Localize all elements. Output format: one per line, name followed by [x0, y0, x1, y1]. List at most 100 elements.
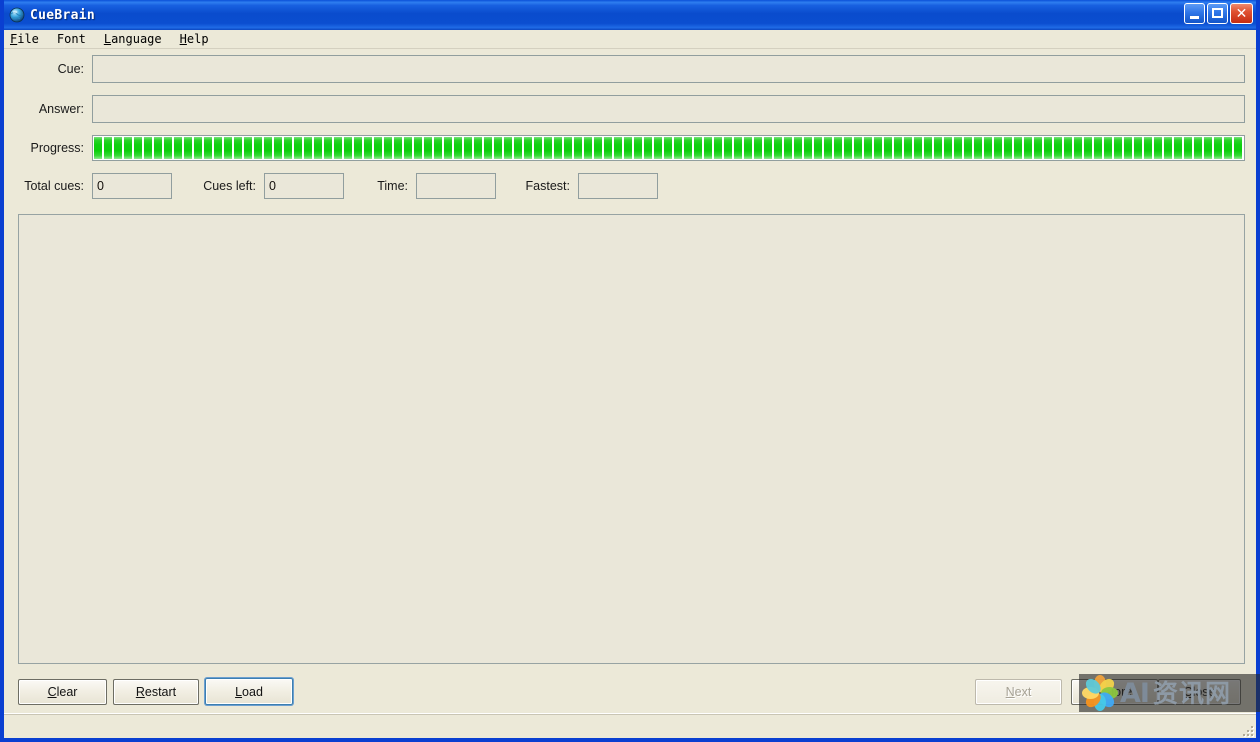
- progress-segment: [1194, 137, 1202, 159]
- progress-segment: [784, 137, 792, 159]
- ignore-button[interactable]: Ignore: [1071, 679, 1158, 705]
- progress-segment: [1144, 137, 1152, 159]
- progress-segment: [524, 137, 532, 159]
- progress-segment: [544, 137, 552, 159]
- cue-input[interactable]: [92, 55, 1245, 83]
- progress-segment: [94, 137, 102, 159]
- title-bar[interactable]: CueBrain ✕: [4, 0, 1256, 30]
- progress-segment: [394, 137, 402, 159]
- progress-segment: [144, 137, 152, 159]
- progress-segment: [354, 137, 362, 159]
- progress-segment: [104, 137, 112, 159]
- progress-segment: [554, 137, 562, 159]
- load-button-label: Load: [235, 684, 263, 699]
- progress-segment: [764, 137, 772, 159]
- progress-segment: [224, 137, 232, 159]
- progress-segment: [694, 137, 702, 159]
- progress-segment: [184, 137, 192, 159]
- progress-segment: [1154, 137, 1162, 159]
- progress-segment: [654, 137, 662, 159]
- progress-segment: [1204, 137, 1212, 159]
- progress-segment: [414, 137, 422, 159]
- progress-segment: [584, 137, 592, 159]
- restart-button[interactable]: Restart: [113, 679, 199, 705]
- progress-segment: [594, 137, 602, 159]
- progress-segment: [904, 137, 912, 159]
- answer-row: Answer:: [4, 95, 1256, 123]
- next-button-label: Next: [1005, 685, 1032, 699]
- progress-segment: [944, 137, 952, 159]
- progress-segment: [1244, 137, 1245, 159]
- progress-segment: [274, 137, 282, 159]
- close-button[interactable]: Close: [1158, 679, 1241, 705]
- menu-item-font[interactable]: Font: [57, 32, 95, 46]
- clear-button[interactable]: Clear: [18, 679, 107, 705]
- progress-segment: [434, 137, 442, 159]
- progress-segment: [1014, 137, 1022, 159]
- clear-button-label: Clear: [47, 685, 78, 699]
- progress-segment: [1184, 137, 1192, 159]
- progress-segment: [924, 137, 932, 159]
- progress-segment: [204, 137, 212, 159]
- progress-segment: [644, 137, 652, 159]
- progress-segment: [624, 137, 632, 159]
- progress-segment: [704, 137, 712, 159]
- progress-segment: [234, 137, 242, 159]
- time-label: Time:: [377, 179, 408, 193]
- progress-segment: [824, 137, 832, 159]
- progress-segment: [164, 137, 172, 159]
- progress-segment: [114, 137, 122, 159]
- ignore-button-label: Ignore: [1096, 685, 1133, 699]
- window-controls: ✕: [1184, 3, 1253, 24]
- progress-segment: [774, 137, 782, 159]
- progress-segment: [254, 137, 262, 159]
- progress-segment: [404, 137, 412, 159]
- progress-row: Progress:: [4, 135, 1256, 161]
- maximize-button[interactable]: [1207, 3, 1228, 24]
- progress-segment: [214, 137, 222, 159]
- application-window: CueBrain ✕ File Font Language Help Cue: …: [0, 0, 1260, 742]
- progress-segment: [134, 137, 142, 159]
- progress-segment: [934, 137, 942, 159]
- progress-segment: [724, 137, 732, 159]
- progress-segment: [484, 137, 492, 159]
- progress-segment: [814, 137, 822, 159]
- menu-item-file[interactable]: File: [10, 32, 48, 46]
- progress-segment: [154, 137, 162, 159]
- progress-segment: [1064, 137, 1072, 159]
- close-window-button[interactable]: ✕: [1230, 3, 1253, 24]
- progress-segment: [744, 137, 752, 159]
- time-field[interactable]: [416, 173, 496, 199]
- progress-segment: [1114, 137, 1122, 159]
- progress-segment: [294, 137, 302, 159]
- cues-left-field[interactable]: 0: [264, 173, 344, 199]
- resize-grip[interactable]: [1239, 722, 1253, 736]
- total-cues-field[interactable]: 0: [92, 173, 172, 199]
- progress-segment: [804, 137, 812, 159]
- fastest-field[interactable]: [578, 173, 658, 199]
- content-textarea[interactable]: [18, 214, 1245, 664]
- progress-segment: [1124, 137, 1132, 159]
- load-button[interactable]: Load: [205, 678, 293, 705]
- next-button[interactable]: Next: [975, 679, 1062, 705]
- progress-segment: [854, 137, 862, 159]
- progress-segment: [1084, 137, 1092, 159]
- progress-segment: [714, 137, 722, 159]
- progress-segment: [964, 137, 972, 159]
- progress-segment: [374, 137, 382, 159]
- menu-item-help[interactable]: Help: [180, 32, 218, 46]
- progress-segment: [984, 137, 992, 159]
- progress-segment: [324, 137, 332, 159]
- cue-row: Cue:: [4, 55, 1256, 83]
- progress-segment: [874, 137, 882, 159]
- progress-segment: [364, 137, 372, 159]
- menu-item-language[interactable]: Language: [104, 32, 171, 46]
- progress-segment: [334, 137, 342, 159]
- progress-segment: [864, 137, 872, 159]
- progress-segment: [1214, 137, 1222, 159]
- window-title: CueBrain: [30, 7, 96, 23]
- answer-input[interactable]: [92, 95, 1245, 123]
- progress-segment: [914, 137, 922, 159]
- minimize-button[interactable]: [1184, 3, 1205, 24]
- progress-bar-fill: [94, 137, 1245, 159]
